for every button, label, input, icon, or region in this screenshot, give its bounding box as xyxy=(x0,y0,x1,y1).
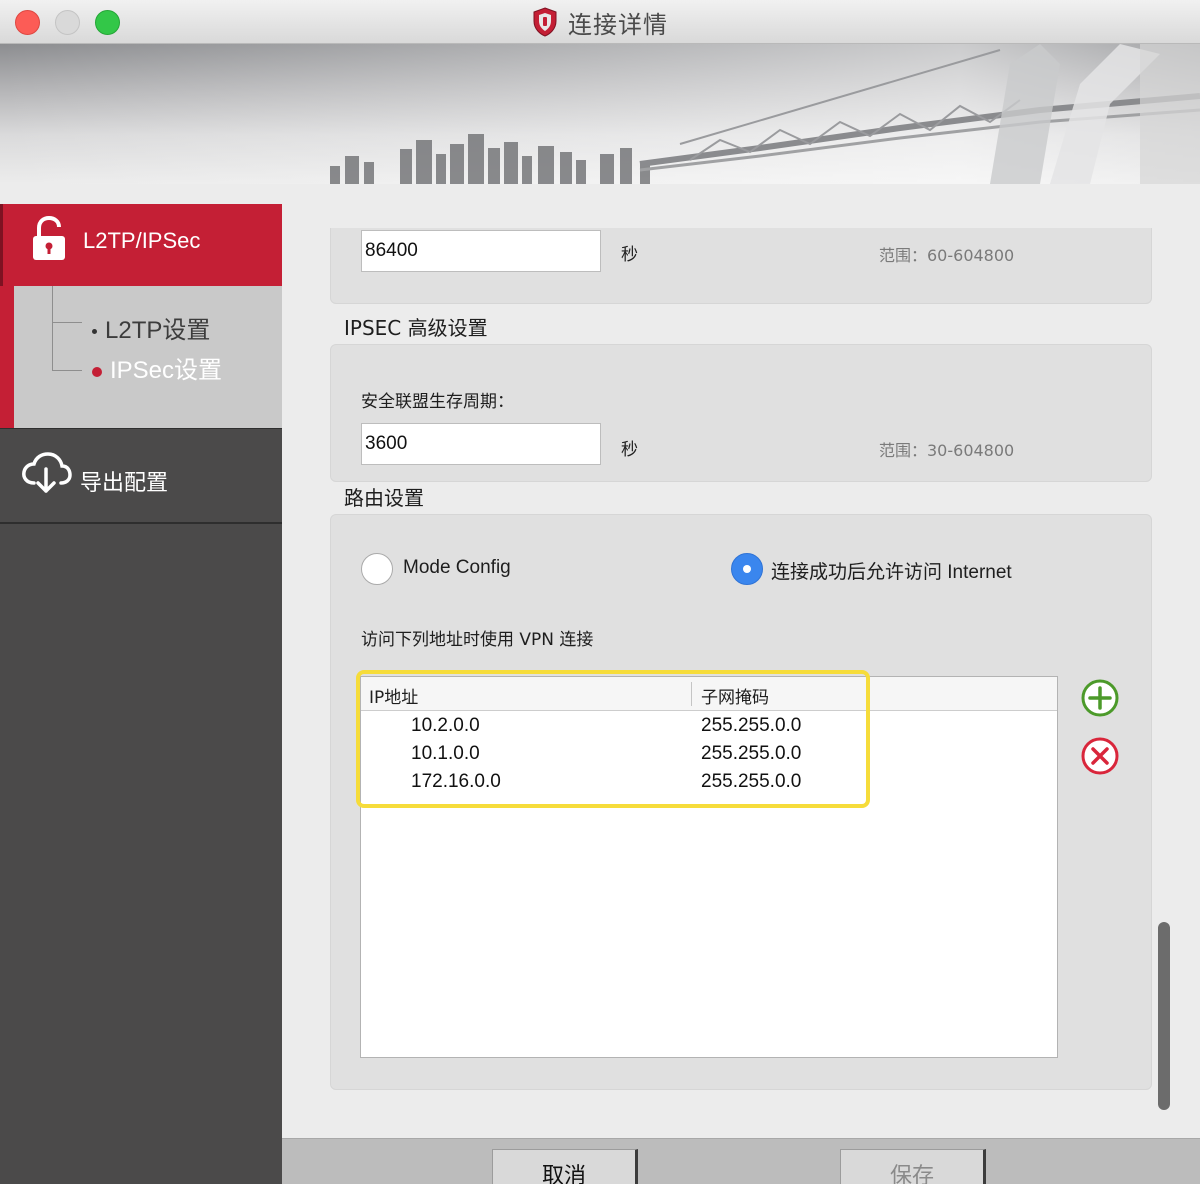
subitem-label: IPSec设置 xyxy=(110,357,223,384)
mode-config-label[interactable]: Mode Config xyxy=(403,557,511,579)
bullet-dot xyxy=(92,329,97,335)
plus-circle-icon xyxy=(1081,679,1119,717)
mask-cell: 255.255.0.0 xyxy=(701,771,802,792)
lifetime-input[interactable]: 86400 xyxy=(361,230,601,272)
city-bridge-banner-image xyxy=(0,44,1200,184)
mode-config-radio[interactable] xyxy=(361,553,393,585)
sidebar-item-label: 导出配置 xyxy=(80,471,169,496)
sidebar-top-spacer xyxy=(0,184,282,204)
save-button[interactable]: 保存 xyxy=(840,1149,986,1184)
sa-lifetime-range-hint: 范围：30-604800 xyxy=(879,441,1015,460)
window-title-group: 连接详情 xyxy=(0,6,1200,39)
ip-cell: 10.2.0.0 xyxy=(411,715,480,736)
route-table[interactable]: IP地址 子网掩码 10.2.0.0 255.255.0.0 10.1.0.0 … xyxy=(360,676,1058,1058)
routing-title: 路由设置 xyxy=(344,486,424,510)
settings-content: 86400 秒 范围：60-604800 IPSEC 高级设置 安全联盟生存周期… xyxy=(282,184,1200,1138)
sa-lifetime-label: 安全联盟生存周期： xyxy=(361,392,514,412)
content-scrollbar[interactable] xyxy=(1158,922,1170,1110)
tree-connector-vertical xyxy=(52,286,53,370)
table-row[interactable]: 10.1.0.0 255.255.0.0 xyxy=(361,741,1057,769)
sidebar-submenu: L2TP设置 IPSec设置 xyxy=(0,286,282,428)
mask-cell: 255.255.0.0 xyxy=(701,715,802,736)
tree-connector-branch xyxy=(52,370,82,371)
ip-cell: 172.16.0.0 xyxy=(411,771,501,792)
delete-route-button[interactable] xyxy=(1080,736,1120,780)
ipsec-advanced-panel: 安全联盟生存周期： 3600 秒 范围：30-604800 xyxy=(330,344,1152,482)
sa-lifetime-input[interactable]: 3600 xyxy=(361,423,601,465)
sidebar-item-label: L2TP/IPSec xyxy=(83,228,201,253)
allow-internet-label[interactable]: 连接成功后允许访问 Internet xyxy=(771,557,1012,584)
sidebar-subitem-ipsec-settings[interactable]: IPSec设置 xyxy=(92,350,222,385)
column-separator xyxy=(691,682,692,706)
table-row[interactable]: 10.2.0.0 255.255.0.0 xyxy=(361,713,1057,741)
unlocked-padlock-icon xyxy=(33,216,65,260)
footer-bar: 取消 保存 xyxy=(282,1138,1200,1184)
header-banner xyxy=(0,44,1200,184)
sidebar-subitem-l2tp-settings[interactable]: L2TP设置 xyxy=(92,310,210,345)
subitem-label: L2TP设置 xyxy=(105,317,211,344)
ipsec-advanced-title: IPSEC 高级设置 xyxy=(344,316,488,340)
tree-connector-branch xyxy=(52,322,82,323)
lifetime-panel: 86400 秒 范围：60-604800 xyxy=(330,228,1152,304)
sidebar-item-l2tp-ipsec[interactable]: L2TP/IPSec xyxy=(0,204,282,286)
route-table-header: IP地址 子网掩码 xyxy=(361,677,1057,711)
add-route-button[interactable] xyxy=(1080,678,1120,722)
sidebar-item-export-config[interactable]: 导出配置 xyxy=(0,428,282,524)
shield-logo-icon xyxy=(533,7,557,37)
cancel-button[interactable]: 取消 xyxy=(492,1149,638,1184)
vpn-address-list-label: 访问下列地址时使用 VPN 连接 xyxy=(361,630,594,650)
ip-cell: 10.1.0.0 xyxy=(411,743,480,764)
window-title: 连接详情 xyxy=(568,10,668,39)
selected-bullet-dot xyxy=(92,366,102,377)
sa-lifetime-unit: 秒 xyxy=(621,440,638,460)
x-circle-icon xyxy=(1081,737,1119,775)
column-header-mask[interactable]: 子网掩码 xyxy=(701,683,769,708)
allow-internet-radio[interactable] xyxy=(731,553,763,585)
column-header-ip[interactable]: IP地址 xyxy=(369,683,418,708)
title-bar: 连接详情 xyxy=(0,0,1200,44)
lifetime-range-hint: 范围：60-604800 xyxy=(879,246,1015,265)
cloud-download-icon xyxy=(22,452,72,493)
sidebar: L2TP/IPSec L2TP设置 IPSec设置 导出配置 xyxy=(0,184,282,1184)
lifetime-unit: 秒 xyxy=(621,245,638,265)
table-row[interactable]: 172.16.0.0 255.255.0.0 xyxy=(361,769,1057,797)
mask-cell: 255.255.0.0 xyxy=(701,743,802,764)
